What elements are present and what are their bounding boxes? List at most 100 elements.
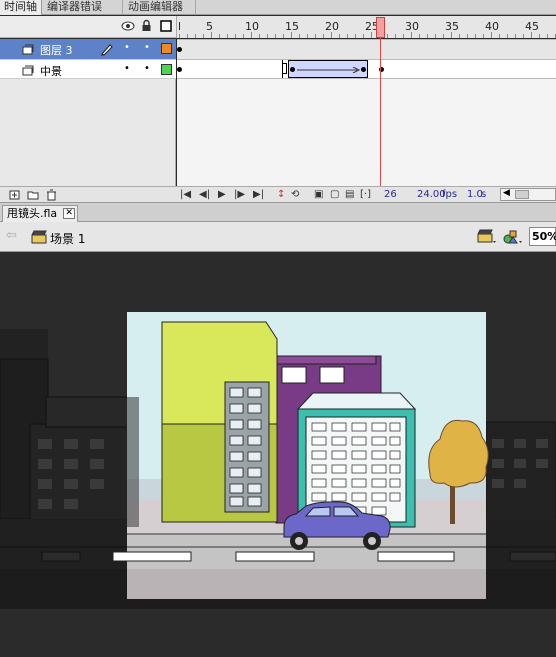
ruler-tick [499, 34, 500, 38]
ruler-number: 15 [285, 20, 299, 33]
layer-lock-dot[interactable]: • [144, 63, 150, 74]
layer-row-midground[interactable]: 中景 • • [0, 59, 176, 79]
playhead-line [380, 38, 381, 202]
ruler-tick [195, 34, 196, 38]
ruler-tick [211, 32, 212, 38]
back-arrow-icon[interactable]: ⇦ [6, 228, 17, 243]
ruler-tick [459, 34, 460, 38]
document-tab-label: 甩镜头.fla [7, 207, 58, 220]
ruler-tick [219, 34, 220, 38]
frame-ruler[interactable]: l 5 10 15 20 25 30 35 40 45 [176, 16, 556, 38]
onion-skin-outline-icon[interactable]: ▢ [330, 189, 339, 200]
keyframe[interactable] [361, 67, 366, 72]
new-folder-icon[interactable] [27, 190, 39, 200]
onion-skin-icon[interactable]: ▣ [314, 189, 323, 200]
static-frame-span [179, 60, 283, 78]
scroll-left-icon[interactable]: ◀ [503, 188, 510, 198]
ruler-tick [315, 34, 316, 38]
last-frame-icon[interactable]: ▶| [253, 189, 264, 200]
layer-color-swatch[interactable] [161, 64, 172, 75]
scene-icon [31, 230, 47, 244]
keyframe[interactable] [177, 47, 182, 52]
tab-motion-editor[interactable]: 动画编辑器 [124, 0, 196, 15]
ruler-tick [243, 34, 244, 38]
layer-lock-dot[interactable]: • [144, 42, 150, 53]
ruler-tick [355, 34, 356, 38]
ruler-tick [227, 34, 228, 38]
step-back-icon[interactable]: ◀| [199, 189, 210, 200]
step-forward-icon[interactable]: |▶ [234, 189, 245, 200]
ruler-tick [267, 34, 268, 38]
ruler-number: 10 [245, 20, 259, 33]
tab-motion-editor-label: 动画编辑器 [128, 0, 183, 13]
eye-icon[interactable] [121, 20, 135, 32]
ruler-tick [443, 34, 444, 38]
ruler-tick [419, 34, 420, 38]
ruler-tick [507, 34, 508, 38]
elapsed-time-unit: s [481, 189, 487, 200]
tween-arrow [297, 67, 361, 73]
first-frame-icon[interactable]: |◀ [180, 189, 191, 200]
panel-tab-strip: 时间轴 编译器错误 动画编辑器 [0, 0, 556, 15]
zoom-input[interactable]: 50% [529, 227, 556, 246]
edit-scene-icon[interactable] [476, 228, 498, 246]
edit-symbol-icon[interactable] [502, 227, 524, 246]
layer-row-layer3[interactable]: 图层 3 • • [0, 39, 176, 59]
layer-visible-dot[interactable]: • [124, 63, 130, 74]
pencil-icon [101, 44, 113, 56]
tab-compiler-errors[interactable]: 编译器错误 [43, 0, 123, 15]
layer-name-layer3: 图层 3 [40, 44, 73, 57]
trash-icon[interactable] [46, 189, 57, 201]
current-frame-readout[interactable]: 26 [384, 189, 397, 200]
ruler-number: 45 [525, 20, 539, 33]
lock-icon[interactable] [141, 19, 152, 32]
layer-color-swatch[interactable] [161, 43, 172, 54]
tab-timeline[interactable]: 时间轴 [0, 0, 42, 15]
document-tab[interactable]: 甩镜头.fla ✕ [2, 205, 79, 222]
ruler-tick [403, 34, 404, 38]
frames-row-midground[interactable] [177, 59, 556, 79]
playhead-handle[interactable] [376, 17, 385, 38]
frames-row-layer3[interactable] [177, 39, 556, 59]
scrollbar-thumb[interactable] [515, 190, 529, 199]
ruler-number: 40 [485, 20, 499, 33]
keyframe[interactable] [290, 67, 295, 72]
ruler-number: 30 [405, 20, 419, 33]
ruler-tick [291, 32, 292, 38]
edit-multiple-frames-icon[interactable]: ▤ [345, 189, 354, 200]
stage-area[interactable] [0, 269, 556, 657]
play-icon[interactable]: ▶ [218, 189, 226, 200]
ruler-tick [523, 34, 524, 38]
ruler-tick [467, 34, 468, 38]
ruler-tick [179, 34, 180, 38]
ruler-tick [299, 34, 300, 38]
close-icon[interactable]: ✕ [63, 208, 76, 219]
layer-visible-dot[interactable]: • [124, 42, 130, 53]
ruler-tick [251, 32, 252, 38]
ruler-tick [435, 34, 436, 38]
ruler-tick [451, 32, 452, 38]
motion-tween-span[interactable] [288, 60, 368, 78]
ruler-tick [387, 34, 388, 38]
scene-label[interactable]: 场景 1 [50, 230, 85, 247]
layers-panel-empty [0, 79, 176, 186]
timeline-h-scrollbar[interactable]: ◀ [500, 188, 556, 201]
ruler-tick [363, 34, 364, 38]
ruler-tick [531, 32, 532, 38]
ruler-tick [259, 34, 260, 38]
ruler-tick [203, 34, 204, 38]
center-frame-icon[interactable]: ↕ [277, 189, 285, 200]
frame-rate-unit: fps [442, 189, 458, 200]
timeline-status-bar: |◀ ◀| ▶ |▶ ▶| ↕ ⟲ ▣ ▢ ▤ [·] 26 24.00 fps… [0, 186, 556, 202]
layer-name-midground: 中景 [40, 65, 62, 78]
tab-timeline-label: 时间轴 [4, 0, 37, 13]
layer-icon [22, 44, 34, 55]
modify-onion-markers-icon[interactable]: [·] [360, 189, 371, 200]
outline-icon[interactable] [160, 20, 172, 32]
loop-icon[interactable]: ⟲ [291, 189, 299, 200]
new-layer-icon[interactable] [9, 190, 20, 200]
frames-panel-empty [177, 79, 556, 186]
end-frame-marker[interactable] [282, 63, 287, 74]
ruler-tick [515, 34, 516, 38]
ruler-tick [347, 34, 348, 38]
